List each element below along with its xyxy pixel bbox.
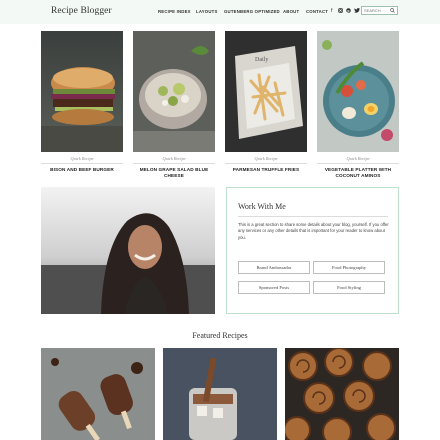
recipe-image[interactable] (41, 31, 123, 152)
recipe-category[interactable]: Quick Recipe (133, 156, 215, 161)
sponsored-posts-button[interactable]: Sponsored Posts (238, 281, 310, 294)
pinterest-icon[interactable]: p (346, 7, 351, 15)
recipe-card[interactable]: Daily Quick Recipe PARMESAN TRUFFLE FRIE… (225, 31, 307, 173)
divider (317, 163, 399, 164)
work-with-me-panel: Work With Me This is a great section to … (226, 187, 399, 314)
recipe-card[interactable]: Quick Recipe VEGETABLE PLATTER WITH COCO… (317, 31, 399, 179)
featured-title: Featured Recipes (192, 331, 248, 340)
recipe-category[interactable]: Quick Recipe (41, 156, 123, 161)
recipe-category[interactable]: Quick Recipe (225, 156, 307, 161)
svg-text:p: p (347, 9, 349, 13)
featured-recipe-image[interactable] (285, 348, 399, 440)
divider (225, 163, 307, 164)
recipe-card[interactable]: Quick Recipe BISON AND BEEF BURGER (41, 31, 123, 173)
search-icon[interactable] (390, 8, 395, 13)
featured-recipe-image[interactable] (41, 348, 155, 440)
featured-recipe-image[interactable] (163, 348, 277, 440)
divider (133, 163, 215, 164)
recipe-card[interactable]: Quick Recipe MELON GRAPE SALAD BLUE CHEE… (133, 31, 215, 179)
nav-recipe-index[interactable]: RECIPE INDEX (158, 9, 191, 14)
nav-gutenberg-optimized[interactable]: GUTENBERG OPTIMIZED (224, 9, 280, 14)
search-box (361, 6, 398, 15)
twitter-icon[interactable] (354, 7, 360, 15)
recipe-title[interactable]: MELON GRAPE SALAD BLUE CHEESE (133, 167, 215, 179)
nav-contact[interactable]: CONTACT (306, 9, 328, 14)
recipe-image[interactable] (133, 31, 215, 152)
search-input[interactable] (364, 7, 390, 14)
facebook-icon[interactable]: f (331, 8, 332, 14)
recipe-category[interactable]: Quick Recipe (317, 156, 399, 161)
recipe-title[interactable]: BISON AND BEEF BURGER (41, 167, 123, 173)
recipe-title[interactable]: VEGETABLE PLATTER WITH COCONUT AMINOS (317, 167, 399, 179)
svg-text:Daily: Daily (255, 57, 268, 63)
instagram-icon[interactable] (338, 7, 343, 15)
recipe-image[interactable]: Daily (225, 31, 307, 152)
recipe-image[interactable] (317, 31, 399, 152)
divider (41, 163, 123, 164)
site-header: Recipe Blogger RECIPE INDEX LAYOUTS GUTE… (0, 0, 440, 24)
nav-layouts[interactable]: LAYOUTS (196, 9, 218, 14)
work-title: Work With Me (238, 202, 286, 211)
divider (238, 216, 388, 217)
author-photo (41, 187, 215, 314)
nav-about[interactable]: ABOUT (283, 9, 299, 14)
brand-ambassador-button[interactable]: Brand Ambassador (238, 261, 310, 274)
recipe-title[interactable]: PARMESAN TRUFFLE FRIES (225, 167, 307, 173)
food-styling-button[interactable]: Food Styling (313, 281, 385, 294)
food-photography-button[interactable]: Food Photography (313, 261, 385, 274)
work-description: This is a great section to share some de… (238, 222, 389, 240)
site-logo[interactable]: Recipe Blogger (51, 6, 112, 16)
